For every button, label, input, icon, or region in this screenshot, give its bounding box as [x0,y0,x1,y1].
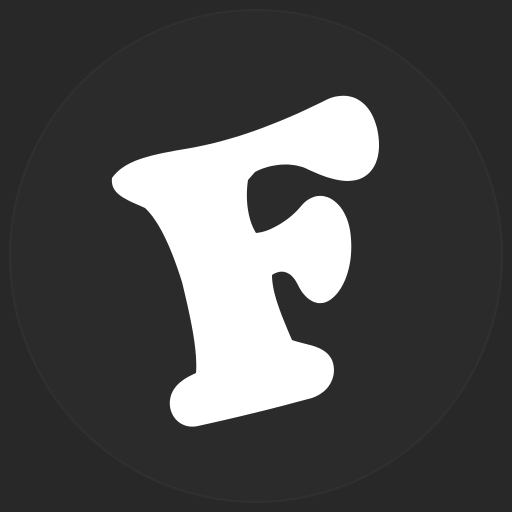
app-icon [0,0,512,512]
app-icon-graphic [0,0,512,512]
